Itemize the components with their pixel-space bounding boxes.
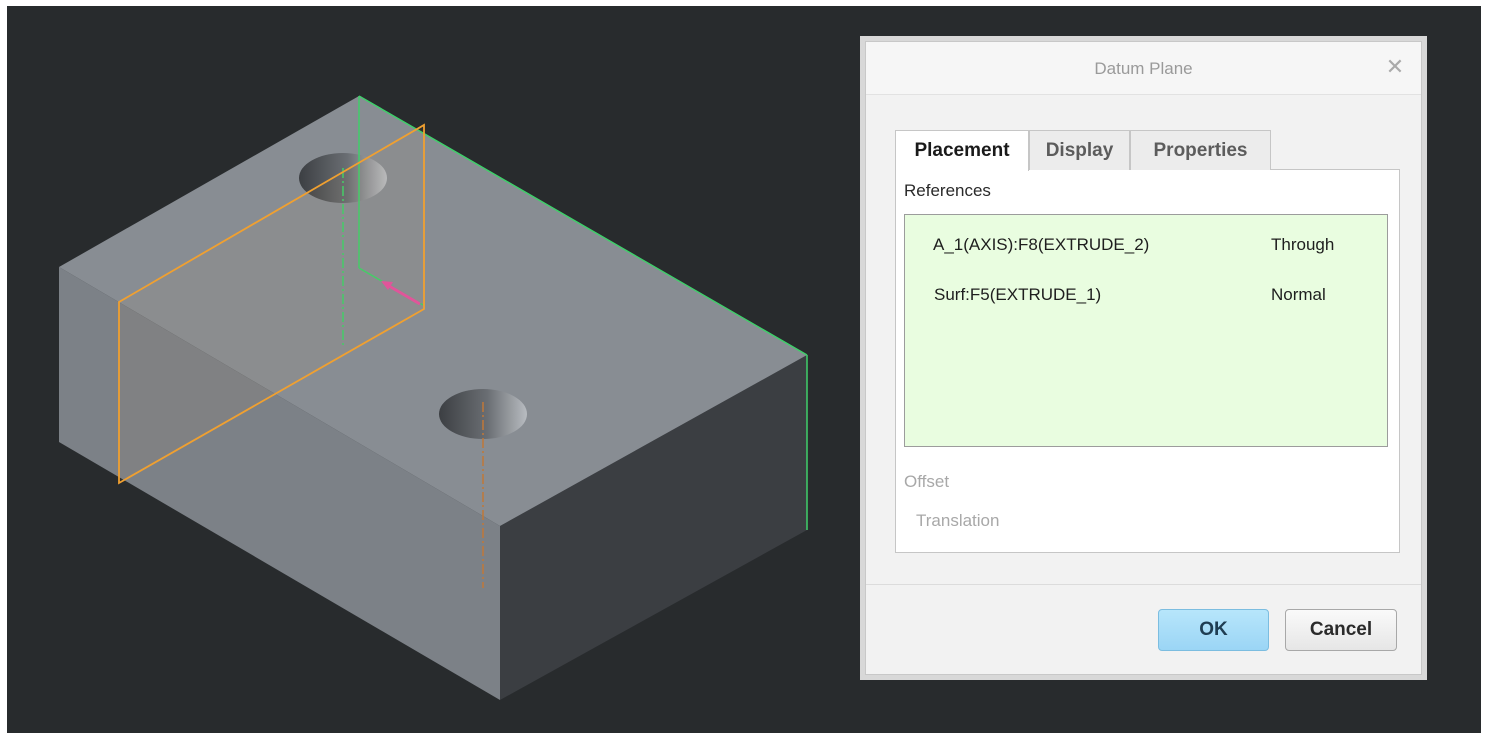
close-icon[interactable]: ✕ bbox=[1383, 54, 1407, 80]
reference-name: A_1(AXIS):F8(EXTRUDE_2) bbox=[933, 235, 1150, 254]
tab-properties[interactable]: Properties bbox=[1130, 130, 1271, 170]
dialog-title: Datum Plane bbox=[1094, 59, 1193, 78]
translation-label: Translation bbox=[916, 511, 1000, 530]
tab-placement[interactable]: Placement bbox=[895, 130, 1029, 171]
reference-constraint[interactable]: Through bbox=[1271, 235, 1334, 255]
hole-front[interactable] bbox=[439, 389, 527, 439]
cancel-button[interactable]: Cancel bbox=[1285, 609, 1397, 651]
reference-row[interactable]: Surf:F5(EXTRUDE_1) Normal bbox=[905, 281, 1387, 309]
ok-button[interactable]: OK bbox=[1158, 609, 1269, 651]
offset-label: Offset bbox=[904, 472, 950, 491]
datum-plane-dialog: Datum Plane ✕ Placement Display Properti… bbox=[865, 41, 1422, 675]
tab-display[interactable]: Display bbox=[1029, 130, 1130, 170]
reference-name: Surf:F5(EXTRUDE_1) bbox=[934, 285, 1102, 304]
footer-divider bbox=[866, 584, 1421, 585]
references-list[interactable]: A_1(AXIS):F8(EXTRUDE_2) Through Surf:F5(… bbox=[904, 214, 1388, 447]
reference-constraint[interactable]: Normal bbox=[1271, 285, 1326, 305]
reference-row[interactable]: A_1(AXIS):F8(EXTRUDE_2) Through bbox=[905, 231, 1387, 259]
references-label: References bbox=[904, 181, 991, 200]
dialog-titlebar[interactable]: Datum Plane ✕ bbox=[866, 42, 1421, 95]
